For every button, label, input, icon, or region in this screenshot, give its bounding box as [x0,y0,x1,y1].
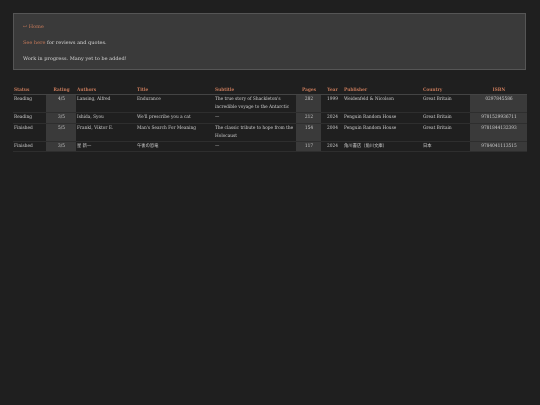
pages-cell: 154 [296,123,321,143]
subtitle-cell: The classic tribute to hope from the Hol… [214,124,296,143]
year-cell: 2024 [321,142,343,153]
year-cell: 1999 [321,95,343,114]
header-isbn[interactable]: ISBN [470,87,527,95]
table-header-row: Status Rating Authors Title Subtitle Pag… [13,87,527,95]
rating-cell: 3/5 [46,113,76,124]
status-cell: Reading [13,95,46,114]
publisher-cell: 角川書店（角川文庫） [343,142,422,153]
subtitle-cell: — [214,113,296,124]
home-line: ↩ Home [23,24,44,30]
publisher-cell: Penguin Random House [343,113,422,124]
status-cell: Finished [13,124,46,143]
status-cell: Reading [13,113,46,124]
isbn-cell: 9781844132393 [470,123,527,143]
title-cell: We'll prescribe you a cat [136,113,214,124]
home-link[interactable]: ↩ Home [23,24,44,30]
year-cell: 2024 [321,113,343,124]
see-here-link[interactable]: See here [23,40,45,46]
reviews-text: for reviews and quotes. [45,40,107,46]
country-cell: Great Britain [422,113,470,124]
wip-notice: Work in progress. Many yet to be added! [23,56,127,62]
header-rating[interactable]: Rating [46,87,76,95]
header-publisher[interactable]: Publisher [343,87,422,95]
authors-cell: Lansing, Alfred [76,95,136,114]
isbn-cell: 9781529936711 [470,113,527,124]
pages-cell: 282 [296,95,321,114]
isbn-cell: 0297845586 [470,95,527,114]
country-cell: Great Britain [422,124,470,143]
table-row: Reading 3/5 Ishida, Syou We'll prescribe… [13,113,527,124]
info-panel: ↩ Home See here for reviews and quotes. … [13,13,526,70]
status-cell: Finished [13,142,46,153]
title-cell: Man's Search For Meaning [136,124,214,143]
table-row: Reading 4/5 Lansing, Alfred Endurance Th… [13,95,527,114]
rating-cell: 5/5 [46,123,76,143]
header-status[interactable]: Status [13,87,46,95]
reviews-line: See here for reviews and quotes. [23,40,107,46]
authors-cell: 星 新一 [76,142,136,153]
subtitle-cell: — [214,142,296,153]
country-cell: 日本 [422,142,470,153]
header-year[interactable]: Year [321,87,343,95]
table-row: Finished 5/5 Frankl, Viktor E. Man's Sea… [13,123,527,143]
pages-cell: 212 [296,113,321,124]
subtitle-cell: The true story of Shackleton's incredibl… [214,95,296,114]
publisher-cell: Penguin Random House [343,124,422,143]
header-pages[interactable]: Pages [296,87,321,95]
publisher-cell: Weidenfeld & Nicolson [343,95,422,114]
header-subtitle[interactable]: Subtitle [214,87,296,95]
title-cell: Endurance [136,95,214,114]
country-cell: Great Britain [422,95,470,114]
header-title[interactable]: Title [136,87,214,95]
books-table: Status Rating Authors Title Subtitle Pag… [13,87,527,153]
rating-cell: 4/5 [46,95,76,114]
header-country[interactable]: Country [422,87,470,95]
authors-cell: Frankl, Viktor E. [76,124,136,143]
title-cell: 午後の恐竜 [136,142,214,153]
table-row: Finished 3/5 星 新一 午後の恐竜 — 117 2024 角川書店（… [13,142,527,153]
pages-cell: 117 [296,142,321,153]
year-cell: 2004 [321,124,343,143]
header-authors[interactable]: Authors [76,87,136,95]
authors-cell: Ishida, Syou [76,113,136,124]
rating-cell: 3/5 [46,142,76,153]
isbn-cell: 9784041113515 [470,142,527,153]
